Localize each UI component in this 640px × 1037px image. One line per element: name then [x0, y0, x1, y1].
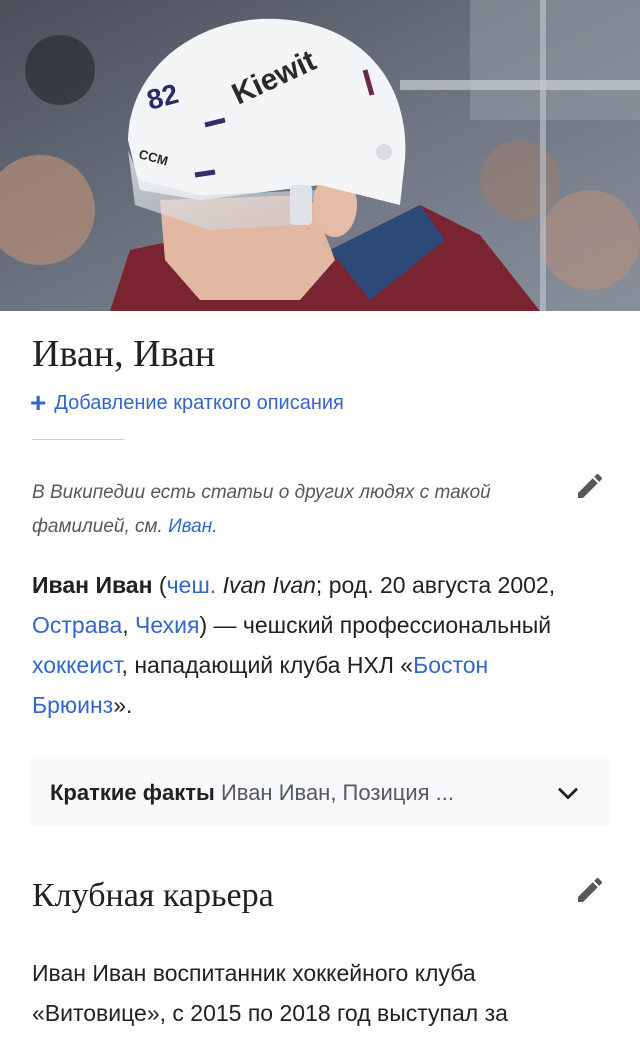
pencil-icon[interactable] [574, 874, 606, 906]
link-czech-language[interactable]: чеш. [167, 572, 217, 598]
native-name: Ivan Ivan [222, 572, 316, 598]
hockey-player-photo: 82 Kiewit CCM [0, 0, 640, 311]
add-short-description-label: Добавление краткого описания [54, 392, 344, 414]
hatnote-link-ivan[interactable]: Иван [168, 516, 212, 537]
title-divider [32, 439, 124, 440]
hatnote-end: . [212, 516, 218, 537]
link-hockey-player[interactable]: хоккеист [32, 652, 122, 678]
lead-desc-1: ) — чешский профессиональный [199, 612, 552, 638]
lead-comma: , [122, 612, 136, 638]
quick-facts-label: Краткие факты Иван Иван, Позиция ... [50, 778, 454, 808]
lead-text: ( [152, 572, 167, 598]
birth-text: ; род. 20 августа 2002, [315, 572, 556, 598]
quick-facts-summary: Иван Иван, Позиция ... [214, 780, 454, 805]
subject-name: Иван Иван [32, 572, 153, 598]
add-short-description-button[interactable]: + Добавление краткого описания [30, 388, 344, 418]
quick-facts-title: Краткие факты [50, 780, 215, 805]
lead-paragraph: Иван Иван (чеш. Ivan Ivan; род. 20 авгус… [32, 565, 592, 725]
chevron-down-icon[interactable] [554, 779, 582, 807]
plus-icon: + [30, 387, 47, 418]
lead-desc-3: ». [113, 692, 133, 718]
hatnote-text: В Википедии есть статьи о других людях с… [32, 482, 491, 537]
section-paragraph: Иван Иван воспитанник хоккейного клуба «… [32, 960, 508, 1026]
lead-desc-2: , нападающий клуба НХЛ « [121, 652, 414, 678]
link-czechia[interactable]: Чехия [135, 612, 199, 638]
section-heading-club-career[interactable]: Клубная карьера [32, 874, 274, 918]
lead-image[interactable]: 82 Kiewit CCM [0, 0, 640, 311]
quick-facts-toggle[interactable]: Краткие факты Иван Иван, Позиция ... [30, 759, 610, 826]
link-ostrava[interactable]: Острава [32, 612, 122, 638]
pencil-icon[interactable] [574, 470, 606, 502]
hatnote: В Википедии есть статьи о других людях с… [32, 476, 532, 544]
page-title: Иван, Иван [32, 333, 216, 375]
